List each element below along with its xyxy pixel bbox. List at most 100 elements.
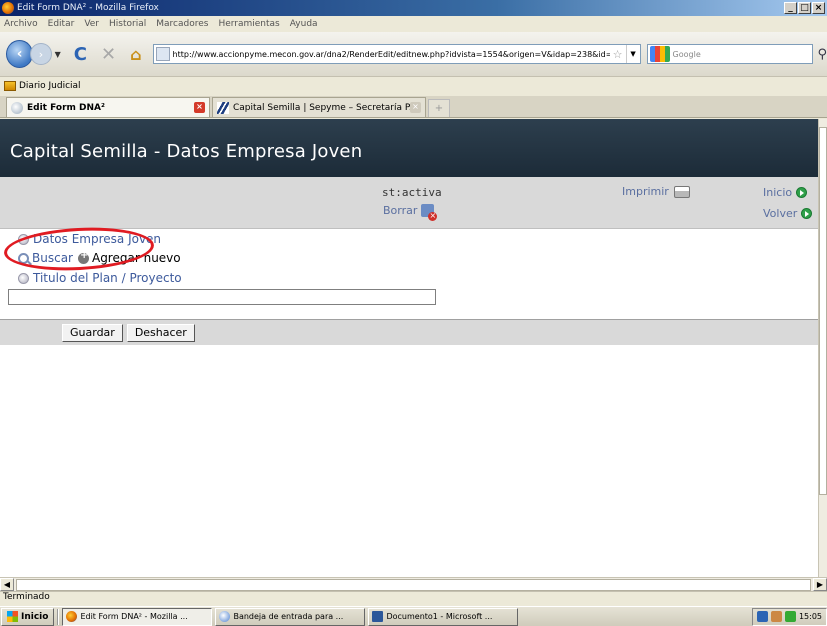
url-bar[interactable]: http://www.accionpyme.mecon.gov.ar/dna2/…: [152, 44, 641, 64]
tab-capital-semilla[interactable]: Capital Semilla | Sepyme – Secretaría P.…: [212, 97, 426, 117]
maximize-button[interactable]: □: [798, 2, 811, 14]
inicio-label[interactable]: Inicio: [763, 186, 792, 199]
mail-icon: [219, 611, 231, 622]
tab-label: Edit Form DNA²: [27, 102, 105, 113]
word-icon: [372, 611, 384, 622]
home-icon[interactable]: ⌂: [130, 45, 141, 64]
deshacer-button[interactable]: Deshacer: [126, 323, 195, 342]
form-button-bar: Guardar Deshacer: [0, 319, 818, 345]
borrar-link[interactable]: Borrar: [383, 204, 438, 221]
horizontal-scrollbar[interactable]: ◀ ▶: [0, 577, 827, 591]
url-dropdown-icon[interactable]: ▼: [625, 45, 640, 63]
windows-logo-icon: [7, 611, 18, 622]
window-title: Edit Form DNA² - Mozilla Firefox: [17, 3, 159, 13]
search-icon[interactable]: [18, 252, 29, 264]
search-go-icon[interactable]: ⚲: [817, 47, 827, 62]
horizontal-scroll-thumb[interactable]: [16, 578, 811, 591]
tab-close-icon[interactable]: ×: [194, 102, 205, 113]
site-identity-icon[interactable]: [155, 47, 170, 61]
navigation-toolbar: ‹ › ▼ C ✕ ⌂ http://www.accionpyme.mecon.…: [0, 32, 827, 76]
status-text: st:activa: [382, 186, 442, 199]
bookmark-diario-judicial[interactable]: Diario Judicial: [19, 81, 81, 91]
tab-close-icon[interactable]: ×: [410, 102, 421, 113]
buscar-link[interactable]: Buscar: [32, 251, 73, 265]
scroll-right-icon[interactable]: ▶: [813, 578, 827, 591]
window-controls: _ □ ×: [784, 2, 825, 14]
bookmark-star-icon[interactable]: ☆: [613, 48, 623, 61]
guardar-button[interactable]: Guardar: [62, 323, 123, 342]
action-bar: st:activa Borrar Imprimir Inicio Volver: [0, 177, 818, 229]
status-bar: Terminado: [0, 591, 827, 605]
taskbar-item-word[interactable]: Documento1 - Microsoft ...: [368, 607, 519, 626]
section-label-text: Datos Empresa Joven: [33, 232, 162, 246]
window-titlebar[interactable]: Edit Form DNA² - Mozilla Firefox _ □ ×: [0, 0, 827, 16]
go-arrow-icon[interactable]: [801, 208, 813, 219]
go-arrow-icon[interactable]: [796, 187, 808, 198]
reload-icon[interactable]: C: [74, 44, 87, 65]
tab-edit-form[interactable]: Edit Form DNA² ×: [6, 97, 210, 117]
menu-ayuda[interactable]: Ayuda: [290, 19, 318, 29]
info-icon: [18, 272, 29, 284]
taskbar-item-label: Edit Form DNA² - Mozilla ...: [80, 612, 188, 621]
bookmark-favicon-icon: [4, 80, 16, 91]
new-tab-button[interactable]: +: [428, 99, 450, 117]
section-datos-empresa: Datos Empresa Joven: [18, 232, 161, 246]
forward-button[interactable]: ›: [30, 43, 52, 65]
taskbar-item-label: Bandeja de entrada para ...: [233, 612, 344, 621]
printer-icon[interactable]: [673, 185, 690, 198]
clock[interactable]: 15:05: [799, 612, 822, 621]
update-icon[interactable]: [784, 611, 796, 622]
inicio-link[interactable]: Inicio: [763, 186, 808, 199]
menu-bar: Archivo Editar Ver Historial Marcadores …: [0, 16, 827, 32]
close-button[interactable]: ×: [812, 2, 825, 14]
titulo-input[interactable]: [8, 289, 436, 305]
volver-link[interactable]: Volver: [763, 207, 813, 220]
bookmarks-toolbar: Diario Judicial: [0, 76, 827, 94]
windows-taskbar: Inicio Edit Form DNA² - Mozilla ... Band…: [0, 606, 827, 626]
taskbar-item-label: Documento1 - Microsoft ...: [386, 612, 493, 621]
network-icon[interactable]: [756, 611, 768, 622]
buscar-row: Buscar Agregar nuevo: [18, 250, 181, 265]
vertical-scrollbar[interactable]: [818, 119, 827, 577]
form-area: Datos Empresa Joven Buscar Agregar nuevo…: [0, 229, 818, 319]
page-title: Capital Semilla - Datos Empresa Joven: [0, 119, 818, 177]
taskbar-item-mail[interactable]: Bandeja de entrada para ...: [215, 607, 366, 626]
taskbar-separator: [57, 608, 60, 625]
taskbar-item-firefox[interactable]: Edit Form DNA² - Mozilla ...: [62, 607, 213, 626]
add-icon[interactable]: [77, 250, 89, 264]
tab-label: Capital Semilla | Sepyme – Secretaría P.…: [233, 102, 410, 113]
back-button[interactable]: ‹: [6, 40, 34, 68]
borrar-label[interactable]: Borrar: [383, 204, 417, 217]
tab-favicon-icon: [11, 101, 23, 114]
tab-favicon-icon: [217, 101, 229, 114]
search-placeholder[interactable]: Google: [673, 50, 813, 59]
imprimir-link[interactable]: Imprimir: [622, 185, 690, 198]
history-dropdown-icon[interactable]: ▼: [55, 50, 61, 59]
titulo-label: Titulo del Plan / Proyecto: [18, 271, 182, 285]
scroll-left-icon[interactable]: ◀: [0, 578, 14, 591]
menu-herramientas[interactable]: Herramientas: [218, 19, 279, 29]
url-text[interactable]: http://www.accionpyme.mecon.gov.ar/dna2/…: [173, 50, 610, 59]
page-viewport: Capital Semilla - Datos Empresa Joven st…: [0, 119, 818, 577]
volver-label[interactable]: Volver: [763, 207, 797, 220]
titulo-label-text: Titulo del Plan / Proyecto: [33, 271, 182, 285]
menu-archivo[interactable]: Archivo: [4, 19, 38, 29]
firefox-icon: [2, 2, 14, 14]
stop-icon[interactable]: ✕: [101, 44, 116, 65]
security-icon[interactable]: [770, 611, 782, 622]
menu-marcadores[interactable]: Marcadores: [156, 19, 208, 29]
menu-historial[interactable]: Historial: [109, 19, 146, 29]
menu-ver[interactable]: Ver: [84, 19, 99, 29]
minimize-button[interactable]: _: [784, 2, 797, 14]
start-button[interactable]: Inicio: [1, 607, 55, 626]
agregar-nuevo-link[interactable]: Agregar nuevo: [92, 251, 181, 265]
vertical-scroll-thumb[interactable]: [819, 127, 827, 495]
imprimir-label[interactable]: Imprimir: [622, 185, 669, 198]
system-tray: 15:05: [751, 607, 827, 626]
menu-editar[interactable]: Editar: [48, 19, 75, 29]
delete-icon[interactable]: [421, 204, 438, 221]
search-box[interactable]: Google: [646, 44, 814, 64]
tab-strip: Edit Form DNA² × Capital Semilla | Sepym…: [0, 96, 827, 118]
google-engine-icon[interactable]: [649, 46, 670, 62]
info-icon: [18, 233, 29, 245]
